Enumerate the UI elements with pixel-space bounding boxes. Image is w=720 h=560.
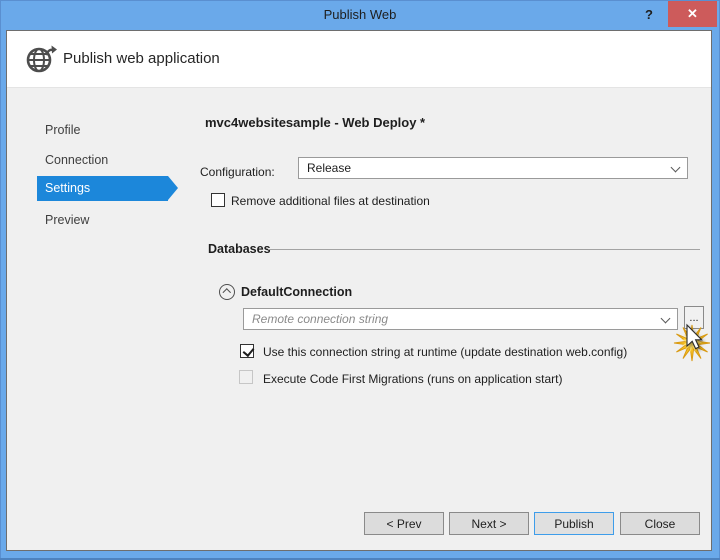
close-icon[interactable]: ✕ <box>668 1 717 27</box>
connection-string-combobox[interactable]: Remote connection string <box>243 308 678 330</box>
connection-string-placeholder: Remote connection string <box>252 312 389 326</box>
migrations-checkbox <box>239 370 253 384</box>
sidebar-item-profile[interactable]: Profile <box>45 123 80 137</box>
section-divider <box>268 249 700 250</box>
publish-button[interactable]: Publish <box>534 512 614 535</box>
selected-arrow <box>168 176 178 200</box>
databases-section-heading: Databases <box>208 242 271 256</box>
close-button[interactable]: Close <box>620 512 700 535</box>
dialog-header: Publish web application <box>7 31 711 88</box>
chevron-down-icon <box>670 162 681 173</box>
remove-files-checkbox[interactable] <box>211 193 225 207</box>
browse-button[interactable]: ... <box>684 306 704 329</box>
chevron-down-icon <box>660 313 671 324</box>
starburst-inner <box>681 330 702 353</box>
configuration-label: Configuration: <box>200 165 275 179</box>
connection-name: DefaultConnection <box>241 285 353 299</box>
configuration-value: Release <box>307 161 352 175</box>
configuration-dropdown[interactable]: Release <box>298 157 688 179</box>
publish-web-dialog: { "window": { "title": "Publish Web", "h… <box>0 0 720 560</box>
sidebar-item-preview[interactable]: Preview <box>45 213 89 227</box>
collapse-up-icon[interactable] <box>219 284 235 300</box>
profile-heading: mvc4websitesample - Web Deploy * <box>205 115 426 130</box>
remove-files-label: Remove additional files at destination <box>231 194 430 208</box>
page-title: Publish web application <box>63 50 220 67</box>
help-icon[interactable]: ? <box>641 1 657 28</box>
migrations-checkbox-label: Execute Code First Migrations (runs on a… <box>263 372 563 386</box>
dialog-body: Publish web application Profile Connecti… <box>6 30 712 551</box>
sidebar-item-settings[interactable]: Settings <box>37 176 168 201</box>
runtime-checkbox-label: Use this connection string at runtime (u… <box>263 345 628 359</box>
runtime-checkbox[interactable] <box>240 344 254 358</box>
globe-publish-icon <box>26 45 57 73</box>
sidebar-item-settings-label: Settings <box>45 181 91 195</box>
titlebar[interactable]: Publish Web ? ✕ <box>0 0 720 30</box>
next-button[interactable]: Next > <box>449 512 529 535</box>
starburst <box>673 324 711 362</box>
sidebar-item-connection[interactable]: Connection <box>45 153 108 167</box>
window-title: Publish Web <box>323 7 397 22</box>
prev-button[interactable]: < Prev <box>364 512 444 535</box>
